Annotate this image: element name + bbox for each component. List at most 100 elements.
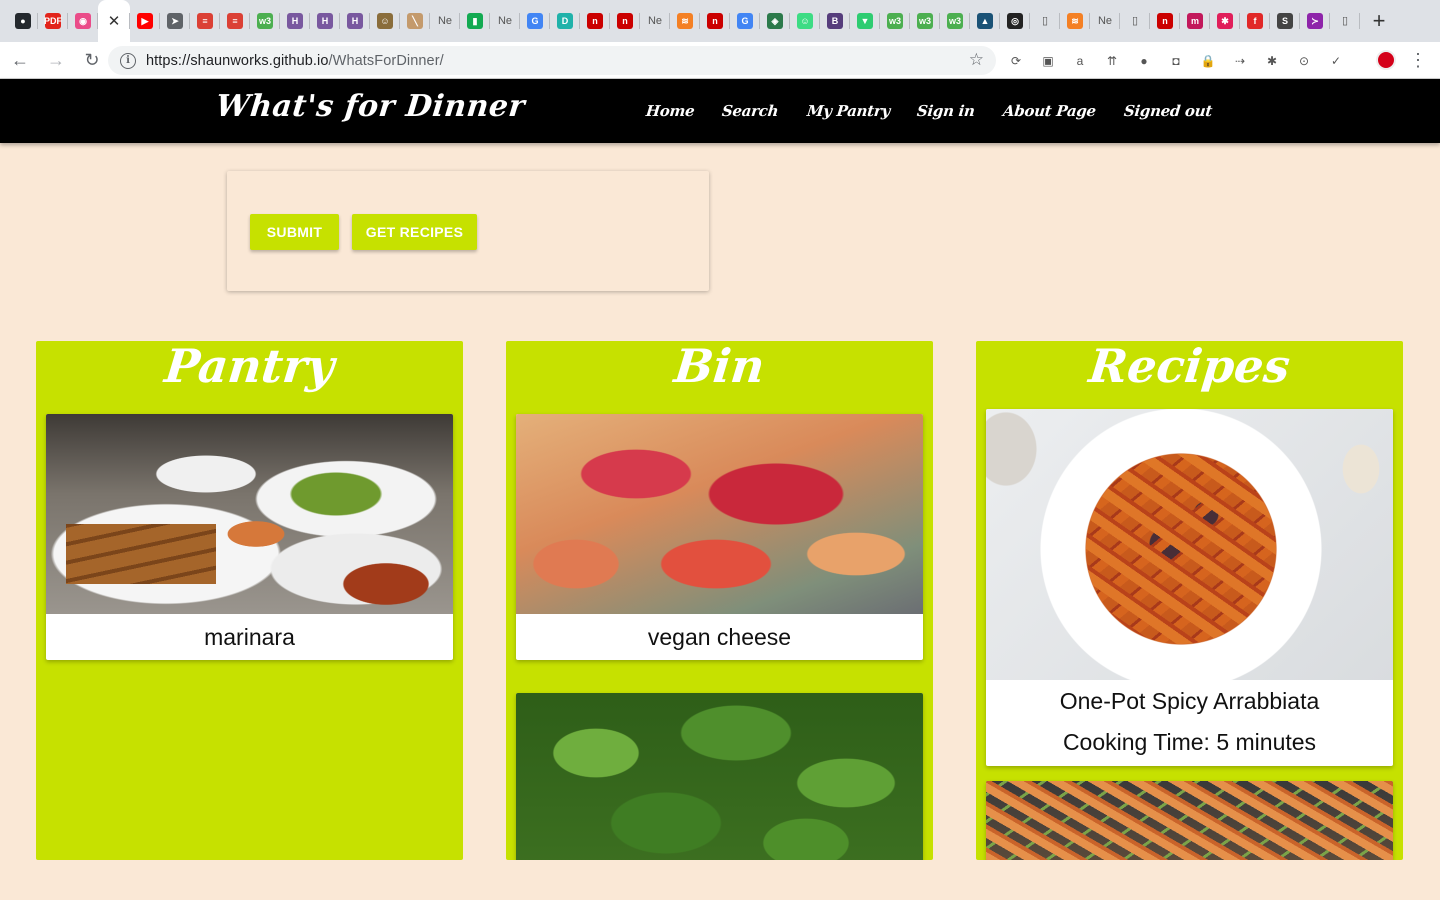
browser-tab[interactable]: ➤ <box>160 0 190 42</box>
browser-tab[interactable]: D <box>550 0 580 42</box>
browser-tab[interactable]: ≋ <box>670 0 700 42</box>
profile-avatar[interactable] <box>1376 50 1396 70</box>
browser-tab[interactable]: ▲ <box>970 0 1000 42</box>
browser-tab[interactable]: PDF <box>38 0 68 42</box>
browser-tab[interactable]: w3 <box>910 0 940 42</box>
browser-tab[interactable]: ≡ <box>220 0 250 42</box>
bookmark-star-icon[interactable]: ☆ <box>969 50 984 70</box>
new-tab-button[interactable]: + <box>1364 0 1394 42</box>
address-bar[interactable]: i https://shaunworks.github.io/WhatsForD… <box>108 46 996 75</box>
url-path: /WhatsForDinner/ <box>328 52 444 69</box>
extension-icon[interactable]: ● <box>1134 52 1154 70</box>
page-icon: ╲ <box>407 13 423 29</box>
site-brand[interactable]: What's for Dinner <box>214 89 527 124</box>
browser-tab[interactable]: ▯ <box>1120 0 1150 42</box>
w3schools-icon: w3 <box>257 13 273 29</box>
reload-icon[interactable]: ↻ <box>76 44 108 76</box>
browser-tab[interactable]: ◉ <box>68 0 98 42</box>
browser-tab[interactable]: ◈ <box>760 0 790 42</box>
close-icon[interactable]: ✕ <box>106 13 122 29</box>
extension-icon[interactable]: ⟳ <box>1006 52 1026 70</box>
bin-item-card[interactable] <box>516 693 923 860</box>
browser-tab[interactable]: ≡ <box>190 0 220 42</box>
extension-icon[interactable]: ◘ <box>1166 52 1186 70</box>
browser-tab[interactable]: w3 <box>250 0 280 42</box>
submit-button[interactable]: SUBMIT <box>250 214 339 250</box>
nav-about-page[interactable]: About Page <box>1002 102 1097 120</box>
recipe-card[interactable] <box>986 781 1393 860</box>
extension-icon[interactable]: ⇈ <box>1102 52 1122 70</box>
nav-sign-in[interactable]: Sign in <box>917 102 977 120</box>
browser-tab[interactable]: H <box>310 0 340 42</box>
browser-tab[interactable]: ☺ <box>790 0 820 42</box>
browser-tab[interactable]: ☺ <box>370 0 400 42</box>
bin-item-card[interactable]: vegan cheese <box>516 414 923 660</box>
browser-tab[interactable]: H <box>340 0 370 42</box>
youtube-icon: ▶ <box>137 13 153 29</box>
browser-tab[interactable]: n <box>580 0 610 42</box>
browser-tab[interactable]: B <box>820 0 850 42</box>
browser-tab[interactable]: Ne <box>430 0 460 42</box>
forward-icon[interactable]: → <box>40 44 72 76</box>
dribbble-icon: ◉ <box>75 13 91 29</box>
text-icon: Ne <box>437 14 453 27</box>
nav-home[interactable]: Home <box>645 102 695 120</box>
browser-tab[interactable]: w3 <box>940 0 970 42</box>
shield-icon: ▼ <box>857 13 873 29</box>
bin-title: Bin <box>671 341 768 393</box>
google-icon: G <box>527 13 543 29</box>
browser-tab[interactable]: ● <box>8 0 38 42</box>
extension-icon[interactable]: ✓ <box>1326 52 1346 70</box>
browser-tab[interactable]: ◎ <box>1000 0 1030 42</box>
browser-tab[interactable]: ✕ <box>98 0 130 42</box>
browser-tab[interactable]: ╲ <box>400 0 430 42</box>
browser-tab[interactable]: m <box>1180 0 1210 42</box>
browser-tab[interactable]: S <box>1270 0 1300 42</box>
extension-icon[interactable]: ⊙ <box>1294 52 1314 70</box>
browser-tab[interactable]: w3 <box>880 0 910 42</box>
nav-my-pantry[interactable]: My Pantry <box>806 102 891 120</box>
nav-signed-out[interactable]: Signed out <box>1123 102 1213 120</box>
browser-tab[interactable]: Ne <box>490 0 520 42</box>
url-text[interactable]: https://shaunworks.github.io/WhatsForDin… <box>146 53 444 69</box>
browser-tab[interactable]: n <box>1150 0 1180 42</box>
get-recipes-button[interactable]: GET RECIPES <box>352 214 477 250</box>
browser-tab[interactable]: H <box>280 0 310 42</box>
extension-icon[interactable]: ⇢ <box>1230 52 1250 70</box>
browser-tab[interactable]: ▮ <box>460 0 490 42</box>
bin-item-image <box>516 414 923 614</box>
url-host: https://shaunworks.github.io <box>146 52 329 69</box>
browser-tab[interactable]: Ne <box>640 0 670 42</box>
pdf-icon: PDF <box>44 13 62 29</box>
extension-icon[interactable]: 🔒 <box>1198 52 1218 70</box>
recipe-card[interactable]: One-Pot Spicy Arrabbiata Cooking Time: 5… <box>986 409 1393 766</box>
stackoverflow-icon: ≋ <box>677 13 693 29</box>
extension-icon[interactable]: ✱ <box>1262 52 1282 70</box>
browser-menu-icon[interactable]: ⋮ <box>1408 48 1428 72</box>
browser-tab[interactable]: ▶ <box>130 0 160 42</box>
browser-tab[interactable]: Ne <box>1090 0 1120 42</box>
browser-tab[interactable]: ≋ <box>1060 0 1090 42</box>
back-icon[interactable]: ← <box>4 44 36 76</box>
browser-tab[interactable]: ▯ <box>1030 0 1060 42</box>
extension-icon[interactable]: ▣ <box>1038 52 1058 70</box>
site-info-icon[interactable]: i <box>120 52 136 69</box>
browser-tab[interactable]: ✱ <box>1210 0 1240 42</box>
browser-tab[interactable]: n <box>700 0 730 42</box>
npm-icon: n <box>707 13 723 29</box>
browser-tab[interactable]: n <box>610 0 640 42</box>
extension-icon[interactable]: a <box>1070 52 1090 70</box>
pantry-item-card[interactable]: marinara <box>46 414 453 660</box>
graduation-icon: ▲ <box>977 13 993 29</box>
pantry-item-image <box>46 414 453 614</box>
browser-tab[interactable]: f <box>1240 0 1270 42</box>
recipe-cooking-time: Cooking Time: 5 minutes <box>1062 729 1317 755</box>
browser-tab[interactable]: G <box>730 0 760 42</box>
heroku-icon: H <box>287 13 303 29</box>
browser-tab[interactable]: ▯ <box>1330 0 1360 42</box>
browser-tab[interactable]: ≻ <box>1300 0 1330 42</box>
browser-tab[interactable]: ▼ <box>850 0 880 42</box>
recipe-image <box>986 781 1393 860</box>
browser-tab[interactable]: G <box>520 0 550 42</box>
nav-search[interactable]: Search <box>721 102 779 120</box>
